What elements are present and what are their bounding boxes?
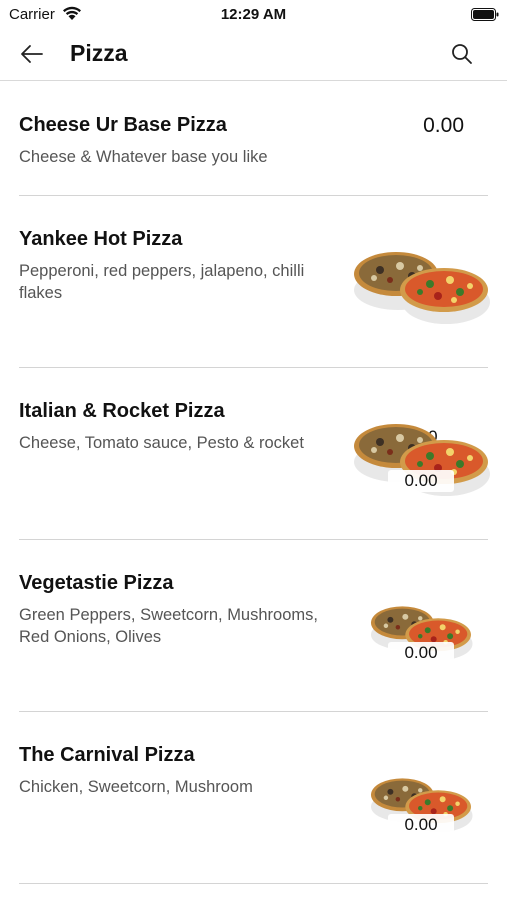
item-description: Pepperoni, red peppers, jalapeno, chilli… <box>19 262 305 302</box>
list-item[interactable]: The Carnival Pizza Chicken, Sweetcorn, M… <box>0 712 507 884</box>
item-price: 0.00 <box>388 470 454 492</box>
search-icon <box>452 44 472 64</box>
item-price: 0.00 <box>388 642 454 664</box>
divider <box>19 883 488 884</box>
item-description: Cheese, Tomato sauce, Pesto & rocket <box>19 434 304 452</box>
item-description: Chicken, Sweetcorn, Mushroom <box>19 778 253 796</box>
back-button[interactable] <box>12 36 52 72</box>
list-item[interactable]: Vegetastie Pizza Green Peppers, Sweetcor… <box>0 540 507 712</box>
battery-icon <box>471 8 499 21</box>
arrow-left-icon <box>21 45 43 63</box>
pizza-image <box>354 252 490 324</box>
search-button[interactable] <box>444 36 480 72</box>
item-name: Vegetastie Pizza <box>19 572 174 594</box>
item-name: Italian & Rocket Pizza <box>19 400 225 422</box>
item-description: Cheese & Whatever base you like <box>19 148 268 166</box>
item-price: 0.00 <box>388 814 454 836</box>
menu-list: Cheese Ur Base Pizza Cheese & Whatever b… <box>0 82 507 884</box>
page-title: Pizza <box>70 40 128 66</box>
list-item[interactable]: Italian & Rocket Pizza Cheese, Tomato sa… <box>0 368 507 540</box>
nav-bar: Pizza <box>0 28 507 81</box>
item-price: 0.00 <box>423 114 464 137</box>
item-name: Yankee Hot Pizza <box>19 228 183 250</box>
item-name: Cheese Ur Base Pizza <box>19 114 227 136</box>
list-item[interactable]: Yankee Hot Pizza Pepperoni, red peppers,… <box>0 196 507 448</box>
status-time: 12:29 AM <box>220 6 287 23</box>
status-bar: Carrier 12:29 AM <box>0 0 507 28</box>
item-name: The Carnival Pizza <box>19 744 195 766</box>
list-item[interactable]: Cheese Ur Base Pizza Cheese & Whatever b… <box>0 82 507 196</box>
item-description: Green Peppers, Sweetcorn, Mushrooms, Red… <box>19 606 318 646</box>
